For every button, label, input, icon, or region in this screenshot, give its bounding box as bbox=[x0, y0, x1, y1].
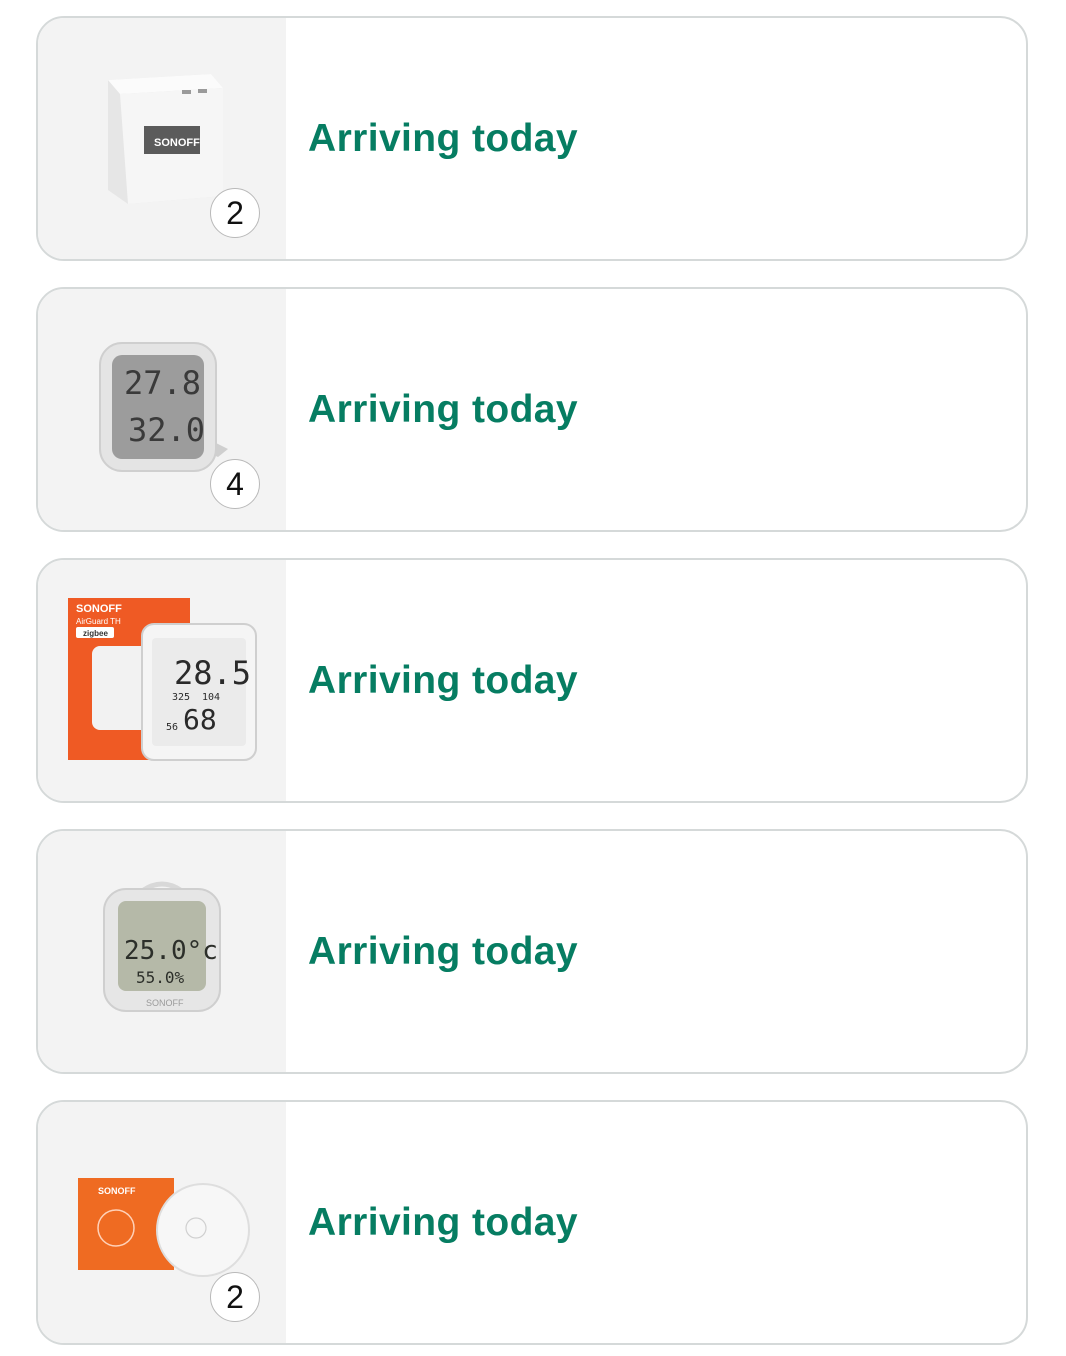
delivery-status: Arriving today bbox=[308, 387, 578, 431]
quantity-badge: 2 bbox=[210, 1272, 260, 1322]
brand-logo: SONOFF bbox=[146, 998, 184, 1008]
brand-logo: SONOFF bbox=[154, 137, 200, 149]
lcd-humidity: 32.0 bbox=[128, 411, 205, 449]
delivery-status: Arriving today bbox=[308, 116, 578, 160]
lcd-temperature: 27.8 bbox=[124, 364, 201, 402]
product-thumbnail[interactable]: SONOFF 2 bbox=[38, 18, 286, 259]
order-card[interactable]: SONOFF AirGuard TH zigbee 28.5 68 325 10… bbox=[36, 558, 1028, 803]
lcd-temperature: 25.0°c bbox=[124, 936, 218, 966]
order-card[interactable]: SONOFF 2 Arriving today bbox=[36, 1100, 1028, 1345]
zigbee-label: zigbee bbox=[83, 629, 108, 638]
lcd-humidity: 68 bbox=[183, 703, 217, 736]
product-thumbnail[interactable]: 25.0°c 55.0% SONOFF bbox=[38, 831, 286, 1072]
order-card[interactable]: SONOFF 2 Arriving today bbox=[36, 16, 1028, 261]
product-thumbnail[interactable]: SONOFF 2 bbox=[38, 1102, 286, 1343]
quantity-badge: 2 bbox=[210, 188, 260, 238]
order-card[interactable]: 27.8 32.0 4 Arriving today bbox=[36, 287, 1028, 532]
hanging-thermometer-image: 25.0°c 55.0% SONOFF bbox=[103, 881, 221, 1012]
lcd-sub-reading: 325 bbox=[172, 692, 190, 703]
quantity-badge: 4 bbox=[210, 459, 260, 509]
brand-logo: SONOFF bbox=[76, 603, 122, 615]
delivery-status: Arriving today bbox=[308, 929, 578, 973]
lcd-temperature: 28.5 bbox=[174, 654, 251, 692]
product-thumbnail[interactable]: 27.8 32.0 4 bbox=[38, 289, 286, 530]
lcd-humidity: 55.0% bbox=[136, 968, 185, 987]
order-card[interactable]: 25.0°c 55.0% SONOFF Arriving today bbox=[36, 829, 1028, 1074]
brand-logo: SONOFF bbox=[98, 1186, 136, 1196]
delivery-status: Arriving today bbox=[308, 658, 578, 702]
delivery-status: Arriving today bbox=[308, 1200, 578, 1244]
lcd-sub-reading: 104 bbox=[202, 692, 220, 703]
lcd-sub-reading: 56 bbox=[166, 722, 178, 733]
airguard-box-image: SONOFF AirGuard TH zigbee 28.5 68 325 10… bbox=[68, 598, 257, 761]
product-thumbnail[interactable]: SONOFF AirGuard TH zigbee 28.5 68 325 10… bbox=[38, 560, 286, 801]
product-line-label: AirGuard TH bbox=[76, 617, 121, 626]
